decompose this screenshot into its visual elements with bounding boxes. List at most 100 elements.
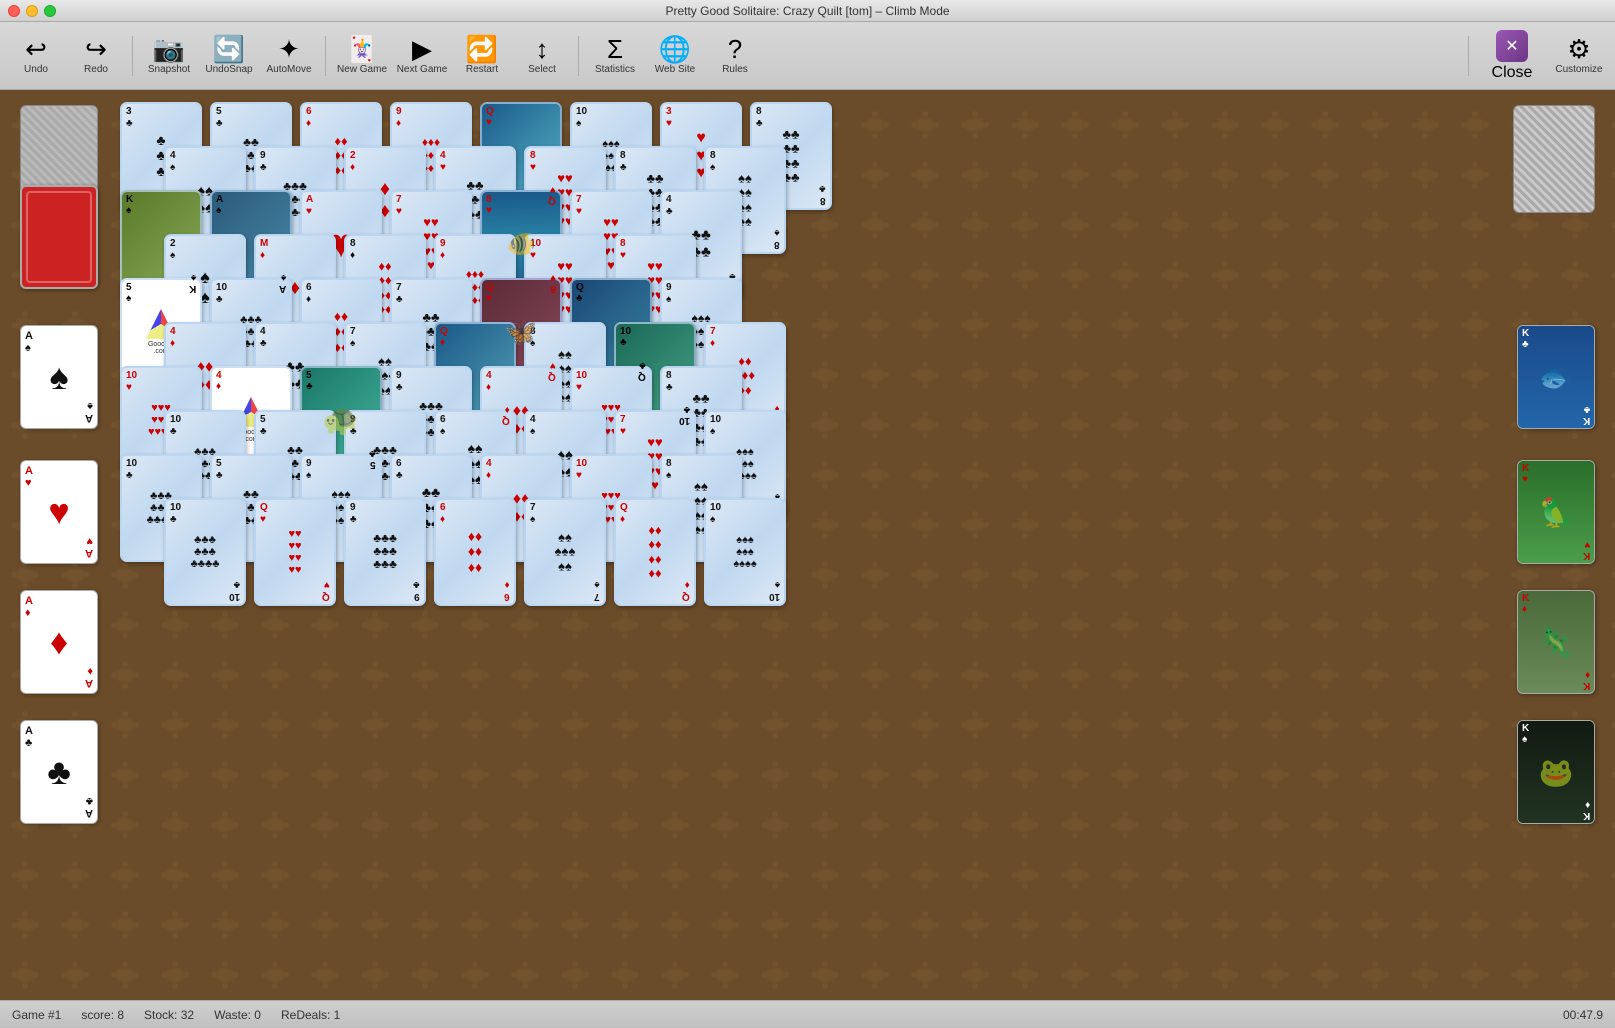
redo-label: Redo [84,64,108,75]
undosnap-button[interactable]: 🔄 UndoSnap [201,27,257,85]
separator-3 [578,36,579,76]
select-label: Select [528,64,556,75]
king-hearts-rank-tl: K♥ [1522,463,1529,485]
titlebar: Pretty Good Solitaire: Crazy Quilt [tom]… [0,0,1615,22]
ace-clubs-pile[interactable]: A♣ ♣ A♣ [20,720,98,824]
ace-spades-rank: A♠ [25,330,33,354]
ace-hearts-symbol: ♥ [48,491,69,533]
game-number: Game #1 [12,1008,61,1022]
separator-2 [325,36,326,76]
timer: 00:47.9 [1563,1008,1603,1022]
undosnap-icon: 🔄 [213,36,245,62]
king-spades-rank-tl: K♠ [1522,723,1529,745]
ace-diamonds-rank-br: A♦ [85,665,93,689]
king-spades-rank-br: K♦ [1583,799,1590,821]
redeals: ReDeals: 1 [281,1008,340,1022]
redo-button[interactable]: ↪ Redo [68,27,124,85]
ace-clubs-rank-br: A♣ [85,795,93,819]
ace-spades-symbol: ♠ [49,356,68,398]
website-icon: 🌐 [659,36,691,62]
nextgame-button[interactable]: ▶ Next Game [394,27,450,85]
card-qh-butterfly[interactable]: Q♥ 🦋 Q♥ [480,278,562,386]
king-diamonds-rank-br: K♦ [1583,669,1590,691]
window-title: Pretty Good Solitaire: Crazy Quilt [tom]… [665,4,949,18]
card-r10-1[interactable]: 10♣ ♣♣♣♣♣♣♣♣♣♣ 10♣ [164,498,246,606]
snapshot-label: Snapshot [148,64,190,75]
foundation-pile[interactable] [1513,105,1595,213]
separator-4 [1468,36,1469,76]
toolbar: ↩ Undo ↪ Redo 📷 Snapshot 🔄 UndoSnap ✦ Au… [0,22,1615,90]
king-spades-pile[interactable]: 🐸 K♠ K♦ [1517,720,1595,824]
king-diamonds-pile[interactable]: 🦎 K♦ K♦ [1517,590,1595,694]
card-r10-5[interactable]: 7♠ ♠♠♠♠♠♠♠ 7♠ [524,498,606,606]
ace-hearts-pile[interactable]: A♥ ♥ A♥ [20,460,98,564]
close-button[interactable]: ✕ Close [1477,27,1547,85]
game-area: A♠ ♠ A♠ A♥ ♥ A♥ A♦ ♦ A♦ A♣ ♣ A♣ 🐟 K♣ K♣ … [0,90,1615,1000]
minimize-window-button[interactable] [26,5,38,17]
rules-button[interactable]: ? Rules [707,27,763,85]
deck-red-card[interactable] [20,185,98,289]
card-r10-7[interactable]: 10♠ ♠♠♠♠♠♠♠♠♠♠ 10♠ [704,498,786,606]
customize-button[interactable]: ⚙ Customize [1551,27,1607,85]
undosnap-label: UndoSnap [205,64,252,75]
redo-icon: ↪ [85,36,107,62]
waste: Waste: 0 [214,1008,261,1022]
close-label: Close [1492,64,1533,82]
ace-spades-rank-br: A♠ [85,400,93,424]
ace-clubs-symbol: ♣ [47,751,71,793]
card-r10-3[interactable]: 9♣ ♣♣♣♣♣♣♣♣♣ 9♣ [344,498,426,606]
king-clubs-rank-tl: K♣ [1522,328,1529,350]
deck-area [20,105,100,213]
statusbar: Game #1 score: 8 Stock: 32 Waste: 0 ReDe… [0,1000,1615,1028]
customize-label: Customize [1555,64,1602,75]
king-clubs-rank-br: K♣ [1583,404,1590,426]
ace-clubs-rank: A♣ [25,725,33,749]
score: score: 8 [81,1008,124,1022]
ace-diamonds-symbol: ♦ [50,621,68,663]
ace-hearts-rank: A♥ [25,465,33,489]
card-r10-6[interactable]: Q♦ ♦♦♦♦♦♦♦♦ Q♦ [614,498,696,606]
rules-icon: ? [728,36,742,62]
stock: Stock: 32 [144,1008,194,1022]
statistics-button[interactable]: Σ Statistics [587,27,643,85]
close-icon: ✕ [1496,30,1528,62]
nextgame-icon: ▶ [412,36,432,62]
restart-label: Restart [466,64,498,75]
king-hearts-rank-br: K♥ [1583,539,1590,561]
newgame-icon: 🃏 [346,36,378,62]
statistics-label: Statistics [595,64,635,75]
close-window-button[interactable] [8,5,20,17]
card-butterfly-r10[interactable]: Q♥ ♥♥♥♥♥♥♥♥ Q♥ [254,498,336,606]
select-button[interactable]: ↕ Select [514,27,570,85]
ace-diamonds-pile[interactable]: A♦ ♦ A♦ [20,590,98,694]
undo-icon: ↩ [25,36,47,62]
automove-icon: ✦ [278,36,300,62]
snapshot-button[interactable]: 📷 Snapshot [141,27,197,85]
website-label: Web Site [655,64,695,75]
newgame-button[interactable]: 🃏 New Game [334,27,390,85]
king-diamonds-rank-tl: K♦ [1522,593,1529,615]
snapshot-icon: 📷 [153,36,185,62]
undo-button[interactable]: ↩ Undo [8,27,64,85]
automove-label: AutoMove [266,64,311,75]
newgame-label: New Game [337,64,387,75]
nextgame-label: Next Game [397,64,448,75]
rules-label: Rules [722,64,748,75]
customize-icon: ⚙ [1567,36,1590,62]
automove-button[interactable]: ✦ AutoMove [261,27,317,85]
restart-icon: 🔁 [466,36,498,62]
restart-button[interactable]: 🔁 Restart [454,27,510,85]
king-hearts-pile[interactable]: 🦜 K♥ K♥ [1517,460,1595,564]
separator-1 [132,36,133,76]
ace-hearts-rank-br: A♥ [85,535,93,559]
ace-diamonds-rank: A♦ [25,595,33,619]
statistics-icon: Σ [607,36,623,62]
undo-label: Undo [24,64,48,75]
card-r10-4[interactable]: 6♦ ♦♦♦♦♦♦ 6♦ [434,498,516,606]
card-turtle-r7[interactable]: 5♣ 🐢 5♣ [300,366,382,474]
king-clubs-pile[interactable]: 🐟 K♣ K♣ [1517,325,1595,429]
ace-spades-pile[interactable]: A♠ ♠ A♠ [20,325,98,429]
website-button[interactable]: 🌐 Web Site [647,27,703,85]
maximize-window-button[interactable] [44,5,56,17]
select-icon: ↕ [536,36,549,62]
